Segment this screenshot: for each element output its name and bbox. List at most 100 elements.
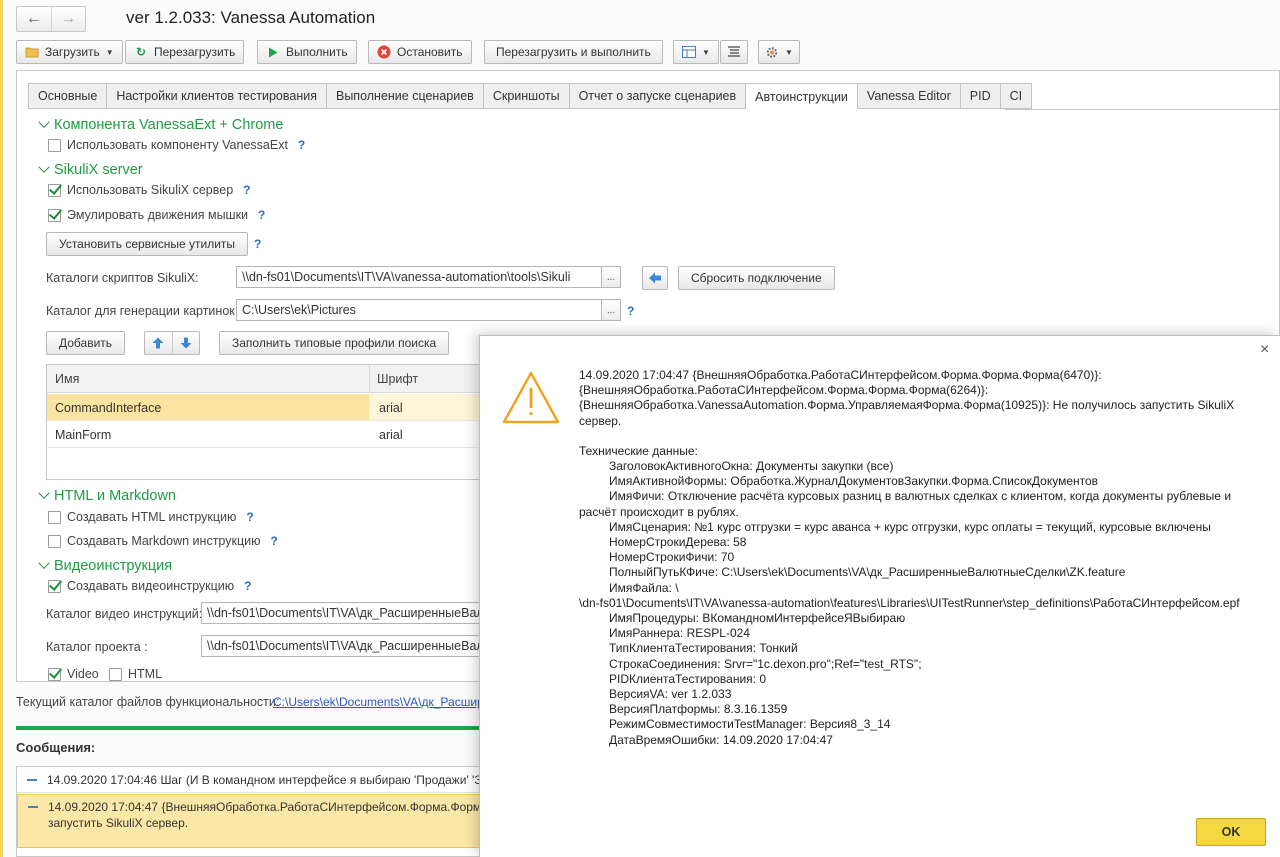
tab-run-report[interactable]: Отчет о запуске сценариев [568,83,746,109]
settings-button[interactable]: ▼ [758,40,800,64]
video-checkbox[interactable]: Video [48,667,99,681]
help-icon[interactable]: ? [270,534,277,548]
help-icon[interactable]: ? [298,138,305,152]
tech-line: НомерСтрокиДерева: 58 [609,535,747,550]
stop-icon [377,45,391,59]
checkbox-box[interactable] [48,510,61,524]
reset-connection-button[interactable]: Сбросить подключение [678,266,835,290]
section-sikulix[interactable]: SikuliX server [38,161,143,178]
section-vanessaext-title: Компонента VanessaExt + Chrome [54,117,284,133]
stop-label: Остановить [397,45,463,59]
tech-line: ИмяАктивнойФормы: Обработка.ЖурналДокуме… [609,474,1099,489]
table-view-button[interactable]: ▼ [673,40,719,64]
back-arrow-icon[interactable]: ← [17,7,51,31]
help-icon[interactable]: ? [627,304,634,318]
video-dir-input[interactable]: \\dn-fs01\Documents\IT\VA\дк_Расширенные… [201,602,486,624]
checkbox-box[interactable] [109,667,122,681]
chevron-down-icon [38,161,50,173]
forward-arrow-icon[interactable]: → [50,7,86,31]
create-video-label: Создавать видеоинструкцию [67,579,235,593]
sikulix-scripts-label: Каталоги скриптов SikuliX: [46,271,199,285]
navigation-buttons: ← → [16,6,86,32]
tab-autoinstructions[interactable]: Автоинструкции [745,83,857,110]
checkbox-box[interactable] [48,138,61,152]
tab-vanessa-editor[interactable]: Vanessa Editor [856,83,960,109]
html-label: HTML [128,667,163,681]
html-checkbox[interactable]: HTML [109,667,162,681]
section-vanessaext[interactable]: Компонента VanessaExt + Chrome [38,116,284,133]
help-icon[interactable]: ? [254,237,261,251]
stop-button[interactable]: Остановить [368,40,472,64]
add-label: Добавить [59,336,113,350]
move-up-icon[interactable] [145,337,172,349]
column-name-header[interactable]: Имя [55,372,79,386]
checkbox-box[interactable] [48,183,61,197]
column-font-header[interactable]: Шрифт [377,372,418,386]
load-button[interactable]: Загрузить ▼ [16,40,123,64]
tab-ci[interactable]: CI [999,83,1033,109]
collapse-icon[interactable] [28,806,38,808]
features-dir-label: Текущий каталог файлов функциональности: [16,695,280,709]
window-title: ver 1.2.033: Vanessa Automation [126,8,376,27]
add-button[interactable]: Добавить [46,331,126,355]
move-down-icon[interactable] [171,332,200,354]
install-utils-button[interactable]: Установить сервисные утилиты [46,232,249,256]
close-icon[interactable]: × [1260,341,1269,359]
warning-icon [501,370,561,429]
tech-title: Технические данные: [579,443,698,458]
project-dir-input[interactable]: \\dn-fs01\Documents\IT\VA\дк_Расширенные… [201,635,486,657]
cell-name: CommandInterface [55,401,162,415]
checkbox-box[interactable] [48,534,61,548]
tech-line: ИмяРаннера: RESPL-024 [609,626,750,641]
help-icon[interactable]: ? [244,579,251,593]
run-button[interactable]: Выполнить [257,40,357,64]
column-divider [369,365,370,393]
reload-button[interactable]: ↻ Перезагрузить [125,40,245,64]
table-row[interactable]: MainForm arial [47,421,485,448]
emulate-mouse-label: Эмулировать движения мышки [67,208,249,222]
message-item[interactable]: 14.09.2020 17:04:47 {ВнешняяОбработка.Ра… [17,794,485,848]
video-label: Video [67,667,99,681]
sikulix-scripts-input[interactable]: \\dn-fs01\Documents\IT\VA\vanessa-automa… [236,266,602,288]
collapse-icon[interactable] [27,779,37,781]
tab-scenario-run[interactable]: Выполнение сценариев [325,83,483,109]
arrow-left-icon [648,271,662,285]
ok-button[interactable]: OK [1196,818,1266,846]
chevron-down-icon [38,557,50,569]
create-markdown-checkbox[interactable]: Создавать Markdown инструкцию ? [48,534,278,548]
checkbox-box[interactable] [48,667,61,681]
help-icon[interactable]: ? [246,510,253,524]
play-icon [266,45,280,59]
message-item[interactable]: 14.09.2020 17:04:46 Шаг (И В командном и… [17,767,485,793]
use-vanessaext-label: Использовать компоненту VanessaExt [67,138,288,152]
browse-button[interactable]: ... [601,299,621,321]
features-dir-link[interactable]: C:\Users\ek\Documents\VA\дк_РасширенныеВ… [273,695,481,709]
tab-pid[interactable]: PID [959,83,1000,109]
create-html-checkbox[interactable]: Создавать HTML инструкцию ? [48,510,254,524]
table-row[interactable]: CommandInterface arial [47,394,529,421]
tab-client-settings[interactable]: Настройки клиентов тестирования [106,83,326,109]
checkbox-box[interactable] [48,579,61,593]
images-dir-input[interactable]: C:\Users\ek\Pictures [236,299,602,321]
emulate-mouse-checkbox[interactable]: Эмулировать движения мышки ? [48,208,265,222]
tab-screenshots[interactable]: Скриншоты [482,83,569,109]
use-vanessaext-checkbox[interactable]: Использовать компоненту VanessaExt ? [48,138,305,152]
tech-line: ИмяПроцедуры: ВКомандномИнтерфейсеЯВыбир… [609,611,906,626]
tab-bar: Основные Настройки клиентов тестирования… [28,83,1033,110]
arrow-left-button[interactable] [642,266,668,290]
create-video-checkbox[interactable]: Создавать видеоинструкцию ? [48,579,252,593]
section-html-title: HTML и Markdown [54,488,176,504]
help-icon[interactable]: ? [243,183,250,197]
tab-basic[interactable]: Основные [28,83,107,109]
browse-button[interactable]: ... [601,266,621,288]
use-sikulix-checkbox[interactable]: Использовать SikuliX сервер ? [48,183,251,197]
reload-and-run-button[interactable]: Перезагрузить и выполнить [484,40,663,64]
tech-line: ТипКлиентаТестирования: Тонкий [609,641,798,656]
list-icon [727,45,741,59]
fill-profiles-button[interactable]: Заполнить типовые профили поиска [219,331,450,355]
section-video[interactable]: Видеоинструкция [38,557,172,574]
section-html-markdown[interactable]: HTML и Markdown [38,487,176,504]
help-icon[interactable]: ? [258,208,265,222]
checkbox-box[interactable] [48,208,61,222]
list-button[interactable] [720,40,748,64]
